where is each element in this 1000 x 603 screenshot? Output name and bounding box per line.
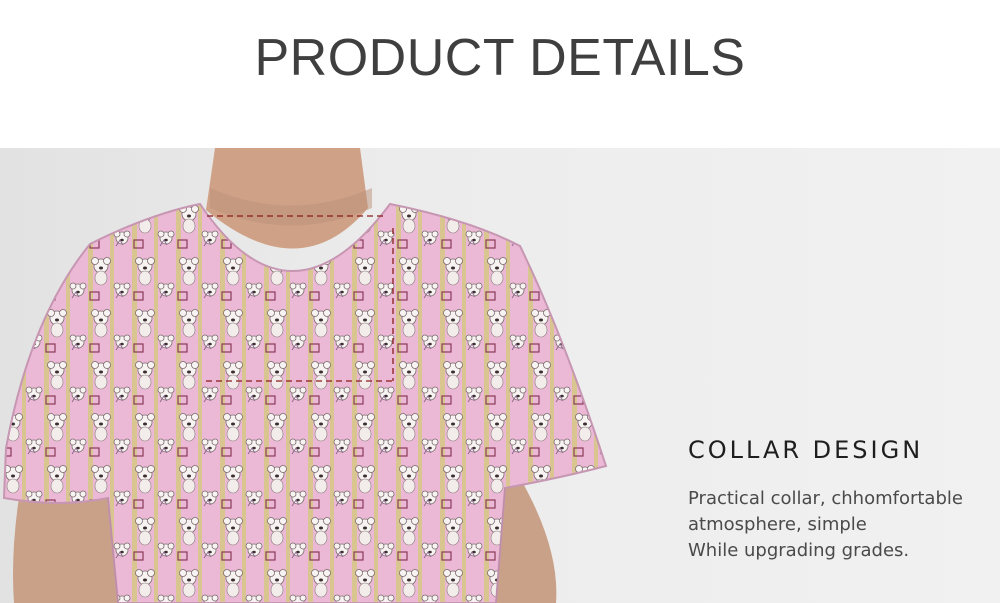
page-title: PRODUCT DETAILS bbox=[254, 29, 746, 87]
feature-description: Practical collar, chhomfortable atmosphe… bbox=[688, 486, 988, 564]
header: PRODUCT DETAILS bbox=[0, 0, 1000, 148]
feature-line: While upgrading grades. bbox=[688, 540, 910, 561]
feature-line: Practical collar, chhomfortable bbox=[688, 488, 963, 509]
feature-line: atmosphere, simple bbox=[688, 514, 867, 535]
feature-title: COLLAR DESIGN bbox=[688, 436, 924, 464]
